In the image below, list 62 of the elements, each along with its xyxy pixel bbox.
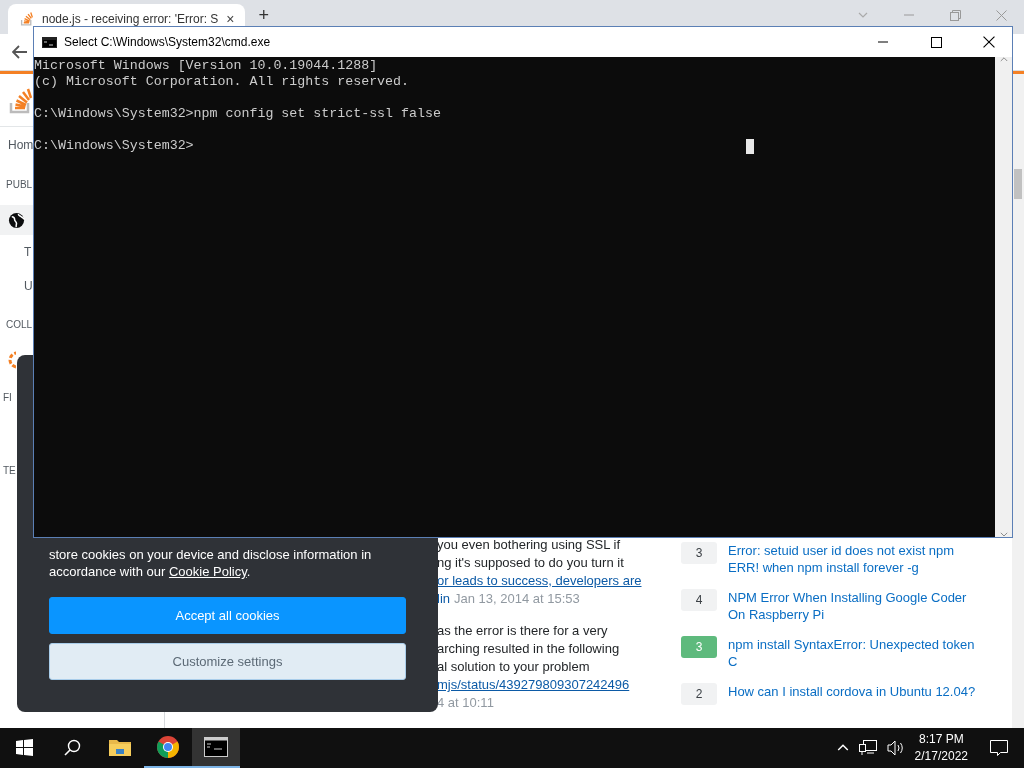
text-cursor (745, 138, 754, 154)
stack-logo-icon[interactable] (8, 88, 34, 114)
sidebar-link[interactable]: Hom (0, 127, 34, 163)
sidebar-item[interactable] (0, 205, 34, 235)
sidebar-heading: TE (2, 463, 16, 478)
comment-link[interactable]: mjs/status/439279809307242496 (437, 676, 657, 694)
related-question-link[interactable]: npm install SyntaxError: Unexpected token C (728, 636, 978, 670)
sidebar-link[interactable]: U (0, 269, 33, 303)
windows-icon (15, 738, 33, 756)
close-icon (995, 9, 1007, 21)
console-line: Microsoft Windows [Version 10.0.19044.1288] (34, 58, 379, 74)
comment-text: ng it's supposed to do you turn it (437, 554, 625, 572)
cookie-policy-link[interactable]: Cookie Policy (168, 564, 247, 579)
comment-text: you even bothering using SSL if (437, 536, 622, 554)
console-line: C:\Windows\System32>npm config set strict-ssl false (34, 106, 442, 122)
stack-logo-icon[interactable] (20, 12, 34, 26)
comment-text: as the error is there for a very (437, 622, 609, 640)
tab-close-button[interactable]: × (226, 12, 235, 26)
globe-icon (8, 211, 25, 229)
related-question-link[interactable]: NPM Error When Installing Google Coder On Raspberry Pi (728, 589, 978, 623)
collective-icon (8, 351, 16, 369)
minimize-icon (878, 41, 888, 43)
terminal-icon (42, 36, 57, 48)
chevron-up-icon[interactable] (836, 744, 849, 752)
taskbar-app[interactable] (192, 728, 240, 768)
vote-count: 2 (681, 683, 717, 705)
volume-icon[interactable] (886, 740, 905, 756)
tab-title: node.js - receiving error: 'Error: S (42, 12, 219, 26)
console-line: (c) Microsoft Corporation. All rights reserved. (34, 74, 411, 90)
restore-icon (949, 9, 961, 21)
scroll-up-icon[interactable] (999, 57, 1008, 62)
related-question-link[interactable]: How can I install cordova in Ubuntu 12.04? (728, 683, 978, 700)
sidebar-heading: PUBL (5, 177, 33, 192)
comment-link[interactable]: or leads to success, developers are (437, 572, 657, 590)
settings-button[interactable]: Customize settings (49, 643, 406, 680)
related-question-link[interactable]: Error: setuid user id does not exist npm ERR! when npm install forever -g (728, 542, 978, 576)
scrollbar[interactable] (995, 57, 1012, 537)
new-tab-button[interactable]: + (258, 8, 270, 22)
scroll-down-icon[interactable] (999, 532, 1008, 537)
sidebar-heading: COLL (5, 317, 33, 332)
clock[interactable]: 8:17 PM 2/17/2022 (914, 731, 968, 765)
comment-meta: lin Jan 13, 2014 at 15:53 (437, 590, 581, 608)
back-icon[interactable] (12, 45, 28, 59)
vote-count: 3 (681, 636, 717, 658)
terminal-icon (204, 737, 228, 757)
sidebar-heading: FI (2, 391, 12, 405)
search-icon (63, 738, 81, 756)
close-icon (983, 36, 995, 48)
comment-text: arching resulted in the following (437, 640, 621, 658)
minimize-icon (904, 14, 914, 16)
folder-icon (109, 738, 131, 756)
comment-text: al solution to your problem (437, 658, 591, 676)
console-line: C:\Windows\System32> (34, 138, 995, 154)
cookie-notice: store cookies on your device and disclose information in accordance with our Cookie Policy. (49, 546, 373, 580)
chrome-icon (156, 735, 180, 759)
notification-icon[interactable] (990, 739, 1008, 757)
vote-count: 3 (681, 542, 717, 564)
vote-count: 4 (681, 589, 717, 611)
sidebar-link[interactable]: T (0, 235, 32, 269)
maximize-icon (930, 36, 942, 48)
window-title: Select C:\Windows\System32\cmd.exe (64, 35, 272, 49)
network-icon[interactable] (858, 740, 877, 756)
